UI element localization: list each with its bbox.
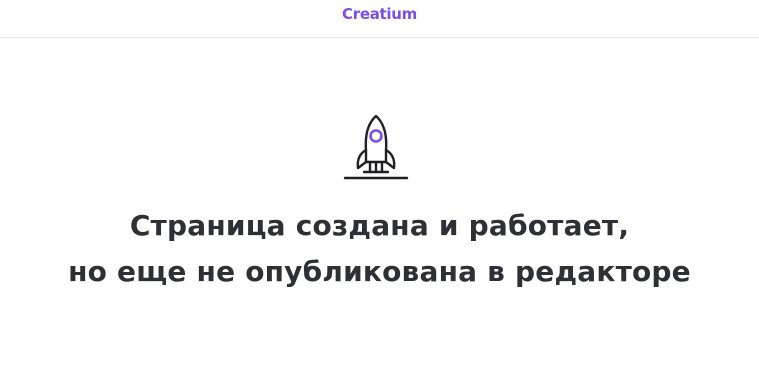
headline-line-2: но еще не опубликована в редакторе: [68, 255, 691, 288]
rocket-icon: [343, 114, 409, 180]
headline-line-1: Страница создана и работает,: [129, 209, 630, 242]
brand-logo[interactable]: Creatium: [0, 5, 759, 23]
top-bar: Creatium: [0, 0, 759, 38]
